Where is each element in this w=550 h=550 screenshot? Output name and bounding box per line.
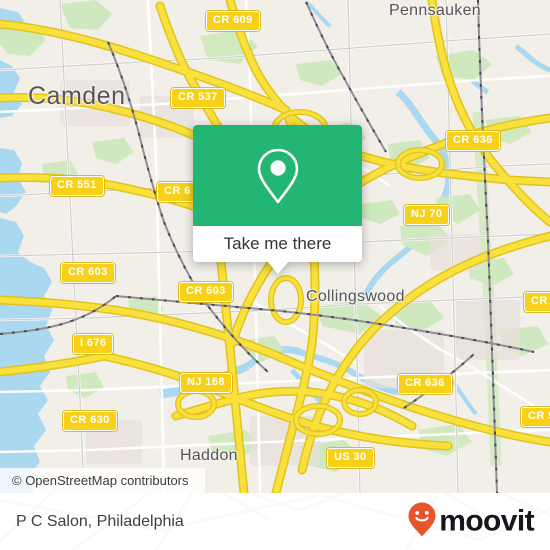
road-shield-cr551[interactable]: CR 551 (50, 176, 104, 196)
place-label-haddon: Haddon (180, 447, 238, 464)
road-shield-cr636[interactable]: CR 636 (446, 131, 500, 151)
moovit-smiling-pin-logo-icon (407, 501, 437, 542)
road-shield-us30[interactable]: US 30 (327, 448, 374, 468)
road-shield-nj168[interactable]: NJ 168 (180, 373, 232, 393)
road-shield-cr603-west[interactable]: CR 603 (61, 263, 115, 283)
map-screenshot-page: Pennsauken Camden Collingswood Haddon CR… (0, 0, 550, 550)
page-title: P C Salon, Philadelphia (16, 512, 184, 530)
road-shield-i676[interactable]: I 676 (73, 334, 114, 354)
moovit-brand-logo[interactable]: moovit (407, 501, 535, 542)
road-shield-cr636-south[interactable]: CR 636 (398, 374, 452, 394)
road-shield-cr56[interactable]: CR 56 (521, 407, 550, 427)
place-label-collingswood: Collingswood (306, 288, 405, 305)
road-shield-cr537[interactable]: CR 537 (171, 88, 225, 108)
place-label-pennsauken: Pennsauken (389, 2, 481, 19)
popup-pointer-tail (266, 261, 289, 274)
road-shield-cr-east[interactable]: CR (524, 292, 550, 312)
road-shield-cr603-center[interactable]: CR 603 (179, 282, 233, 302)
map-pin-icon (254, 146, 302, 206)
take-me-there-label: Take me there (223, 234, 332, 253)
map-attribution-bar: © OpenStreetMap contributors (0, 468, 205, 493)
location-popup-card[interactable]: Take me there (193, 125, 362, 274)
footer-bar: P C Salon, Philadelphia moovit (0, 493, 550, 550)
popup-image-area (193, 125, 362, 226)
road-shield-nj70[interactable]: NJ 70 (404, 205, 450, 225)
moovit-wordmark: moovit (439, 504, 534, 538)
road-shield-cr6[interactable]: CR 6 (157, 182, 198, 202)
take-me-there-button[interactable]: Take me there (193, 226, 362, 262)
road-shield-cr630[interactable]: CR 630 (63, 411, 117, 431)
attribution-text[interactable]: © OpenStreetMap contributors (12, 473, 189, 488)
road-shield-cr609[interactable]: CR 609 (206, 11, 260, 31)
map-canvas[interactable]: Pennsauken Camden Collingswood Haddon CR… (0, 0, 550, 493)
popup-body: Take me there (193, 125, 362, 262)
place-label-camden: Camden (28, 82, 126, 110)
